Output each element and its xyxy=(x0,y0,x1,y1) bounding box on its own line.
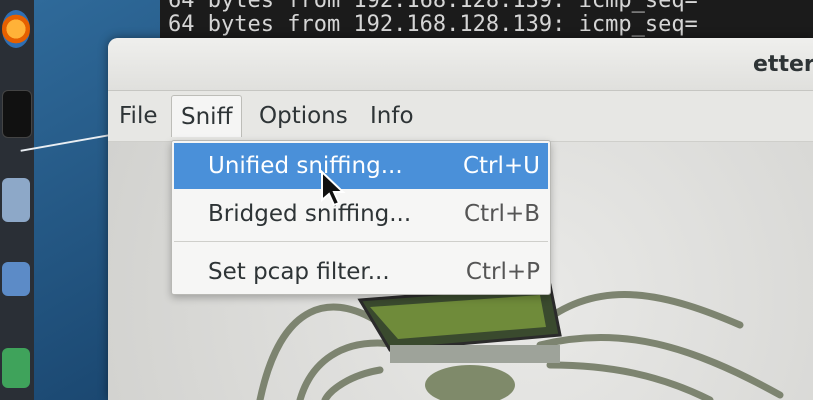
menu-item-label: Bridged sniffing... xyxy=(208,201,412,227)
sniff-dropdown-menu: Unified sniffing... Ctrl+U Bridged sniff… xyxy=(171,140,551,295)
files-icon[interactable] xyxy=(2,178,30,222)
menu-sniff[interactable]: Sniff xyxy=(171,95,243,137)
app-icon-2[interactable] xyxy=(2,348,30,388)
window-titlebar[interactable]: ettercap xyxy=(108,38,813,91)
menu-info[interactable]: Info xyxy=(361,95,423,137)
firefox-icon[interactable] xyxy=(2,10,30,48)
menu-item-unified-sniffing[interactable]: Unified sniffing... Ctrl+U xyxy=(174,143,548,189)
menu-file[interactable]: File xyxy=(110,95,167,137)
menu-item-bridged-sniffing[interactable]: Bridged sniffing... Ctrl+B xyxy=(174,191,548,237)
menu-separator xyxy=(174,241,548,242)
app-icon[interactable] xyxy=(2,262,30,296)
mouse-cursor-icon xyxy=(321,170,346,207)
window-title: ettercap xyxy=(753,52,813,77)
menu-item-set-pcap-filter[interactable]: Set pcap filter... Ctrl+P xyxy=(174,249,548,295)
terminal-line: 64 bytes from 192.168.128.139: icmp_seq= xyxy=(168,12,698,37)
terminal-icon[interactable] xyxy=(2,90,32,138)
menu-item-label: Unified sniffing... xyxy=(208,153,403,179)
menu-item-label: Set pcap filter... xyxy=(208,259,390,285)
menu-item-shortcut: Ctrl+P xyxy=(465,259,540,285)
menu-options[interactable]: Options xyxy=(250,95,357,137)
menu-item-shortcut: Ctrl+B xyxy=(464,201,540,227)
menu-item-shortcut: Ctrl+U xyxy=(462,153,540,179)
terminal-window: 64 bytes from 192.168.128.139: icmp_seq=… xyxy=(160,0,813,40)
menubar: File Sniff Options Info xyxy=(108,91,813,142)
dock xyxy=(0,0,34,400)
